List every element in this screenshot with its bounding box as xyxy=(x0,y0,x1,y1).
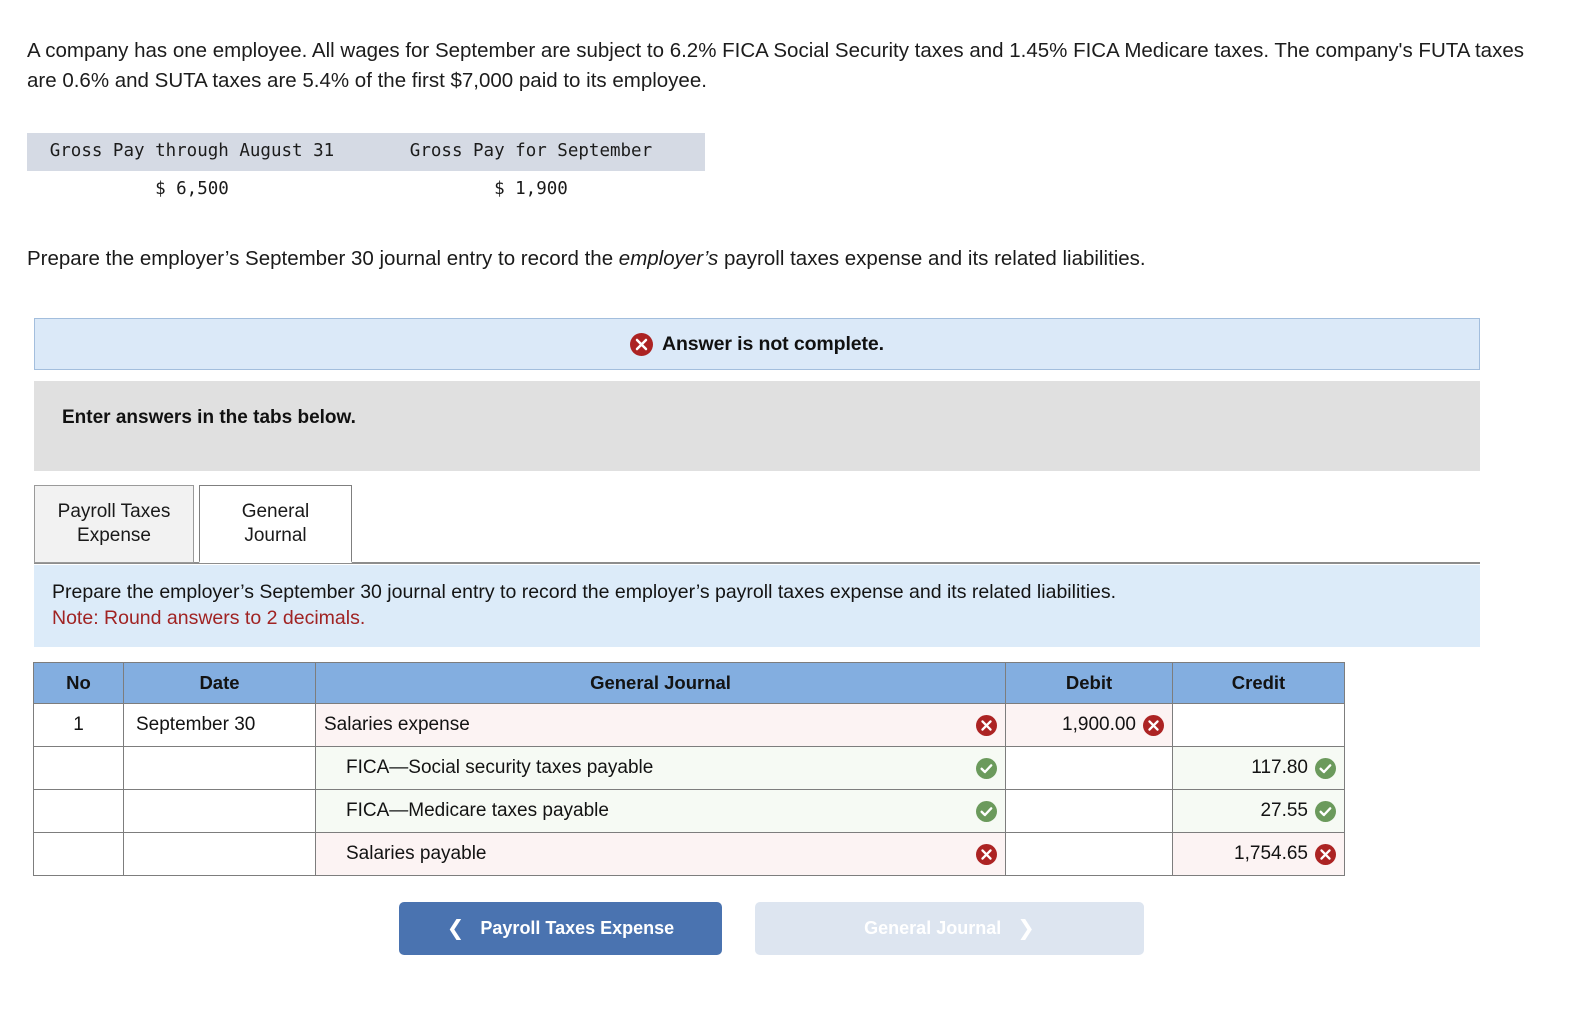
journal-cell-no xyxy=(33,789,124,833)
journal-credit-value: 1,754.65 xyxy=(1234,843,1308,864)
journal-col-credit: Credit xyxy=(1172,662,1345,704)
enter-answers-label: Enter answers in the tabs below. xyxy=(62,407,356,428)
tab-general-journal[interactable]: General Journal xyxy=(199,485,352,563)
journal-cell-debit[interactable] xyxy=(1005,746,1173,790)
journal-cell-no xyxy=(33,746,124,790)
check-circle-icon xyxy=(1315,757,1336,779)
problem-statement: A company has one employee. All wages fo… xyxy=(27,39,1524,92)
tab-payroll-taxes-expense-line2: Expense xyxy=(77,525,151,546)
gross-pay-header-row: Gross Pay through August 31 Gross Pay fo… xyxy=(27,133,705,171)
journal-header-row: No Date General Journal Debit Credit xyxy=(33,662,1345,704)
table-row: 1 September 30 Salaries expense 1,900.00 xyxy=(33,703,1345,747)
gross-pay-august-value: $ 6,500 xyxy=(27,171,357,205)
journal-cell-date xyxy=(123,746,316,790)
journal-cell-account[interactable]: FICA—Medicare taxes payable xyxy=(315,789,1006,833)
prepare-emphasis: employer’s xyxy=(618,247,719,270)
journal-cell-no xyxy=(33,832,124,876)
journal-credit-value: 27.55 xyxy=(1260,800,1308,821)
tab-navigation: ❮ Payroll Taxes Expense General Journal … xyxy=(0,902,1576,957)
journal-col-date: Date xyxy=(123,662,316,704)
journal-cell-credit[interactable] xyxy=(1172,703,1345,747)
x-circle-icon xyxy=(976,843,997,865)
gross-pay-september-header: Gross Pay for September xyxy=(356,133,705,171)
journal-credit-value: 117.80 xyxy=(1251,757,1308,778)
instruction-box: Prepare the employer’s September 30 jour… xyxy=(34,565,1480,647)
instruction-main-text: Prepare the employer’s September 30 jour… xyxy=(52,581,1117,603)
prev-payroll-taxes-expense-button[interactable]: ❮ Payroll Taxes Expense xyxy=(399,902,722,955)
journal-cell-credit[interactable]: 117.80 xyxy=(1172,746,1345,790)
journal-cell-date: September 30 xyxy=(123,703,316,747)
journal-account-label: FICA—Medicare taxes payable xyxy=(346,800,609,821)
enter-answers-box: Enter answers in the tabs below. xyxy=(34,381,1480,471)
journal-account-label: Salaries payable xyxy=(346,843,487,864)
next-general-journal-button[interactable]: General Journal ❯ xyxy=(755,902,1144,955)
prepare-instruction: Prepare the employer’s September 30 jour… xyxy=(27,245,1477,273)
check-circle-icon xyxy=(976,757,997,779)
journal-cell-date xyxy=(123,789,316,833)
gross-pay-august-header: Gross Pay through August 31 xyxy=(27,133,357,171)
x-circle-icon xyxy=(1315,843,1336,865)
table-row: FICA—Social security taxes payable 117.80 xyxy=(33,746,1345,790)
journal-cell-debit[interactable] xyxy=(1005,789,1173,833)
journal-cell-credit[interactable]: 27.55 xyxy=(1172,789,1345,833)
journal-cell-debit[interactable] xyxy=(1005,832,1173,876)
tab-payroll-taxes-expense-line1: Payroll Taxes xyxy=(57,501,171,522)
journal-cell-account[interactable]: Salaries payable xyxy=(315,832,1006,876)
x-circle-icon xyxy=(630,332,653,356)
tab-general-journal-line1: General xyxy=(241,501,310,522)
next-button-label: General Journal xyxy=(864,918,1002,938)
tab-strip: Payroll Taxes Expense General Journal xyxy=(0,485,1576,565)
gross-pay-value-row: $ 6,500 $ 1,900 xyxy=(27,171,705,205)
journal-cell-credit[interactable]: 1,754.65 xyxy=(1172,832,1345,876)
table-row: FICA—Medicare taxes payable 27.55 xyxy=(33,789,1345,833)
chevron-left-icon: ❮ xyxy=(446,917,465,940)
journal-cell-date xyxy=(123,832,316,876)
answer-status-label: Answer is not complete. xyxy=(662,332,884,355)
x-circle-icon xyxy=(1143,714,1164,736)
prepare-prefix: Prepare the employer’s September 30 jour… xyxy=(27,247,619,270)
journal-cell-account[interactable]: FICA—Social security taxes payable xyxy=(315,746,1006,790)
x-circle-icon xyxy=(976,714,997,736)
journal-account-label: FICA—Social security taxes payable xyxy=(346,757,654,778)
check-circle-icon xyxy=(976,800,997,822)
gross-pay-september-value: $ 1,900 xyxy=(356,171,705,205)
journal-cell-account[interactable]: Salaries expense xyxy=(315,703,1006,747)
journal-cell-no: 1 xyxy=(33,703,124,747)
journal-col-no: No xyxy=(33,662,124,704)
prepare-suffix: payroll taxes expense and its related li… xyxy=(718,247,1146,270)
journal-col-general-journal: General Journal xyxy=(315,662,1006,704)
tab-general-journal-line2: Journal xyxy=(244,525,307,546)
journal-debit-value: 1,900.00 xyxy=(1062,714,1136,735)
answer-status-banner: Answer is not complete. xyxy=(34,318,1480,370)
check-circle-icon xyxy=(1315,800,1336,822)
instruction-note-text: Note: Round answers to 2 decimals. xyxy=(52,607,366,629)
general-journal-table: No Date General Journal Debit Credit 1 Se… xyxy=(33,662,1345,876)
prev-button-label: Payroll Taxes Expense xyxy=(480,918,675,938)
tab-payroll-taxes-expense[interactable]: Payroll Taxes Expense xyxy=(34,485,194,563)
journal-col-debit: Debit xyxy=(1005,662,1173,704)
chevron-right-icon: ❯ xyxy=(1017,917,1035,940)
gross-pay-table: Gross Pay through August 31 Gross Pay fo… xyxy=(27,133,705,205)
journal-cell-debit[interactable]: 1,900.00 xyxy=(1005,703,1173,747)
table-row: Salaries payable 1,754.65 xyxy=(33,832,1345,876)
journal-account-label: Salaries expense xyxy=(324,714,470,735)
